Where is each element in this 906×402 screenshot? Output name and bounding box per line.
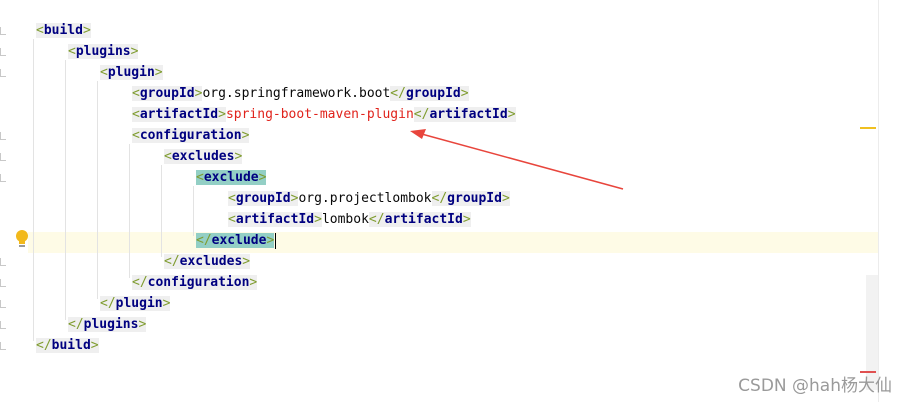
annotation-arrow: [410, 129, 624, 190]
watermark-text: CSDN @hah杨大仙: [738, 376, 892, 396]
